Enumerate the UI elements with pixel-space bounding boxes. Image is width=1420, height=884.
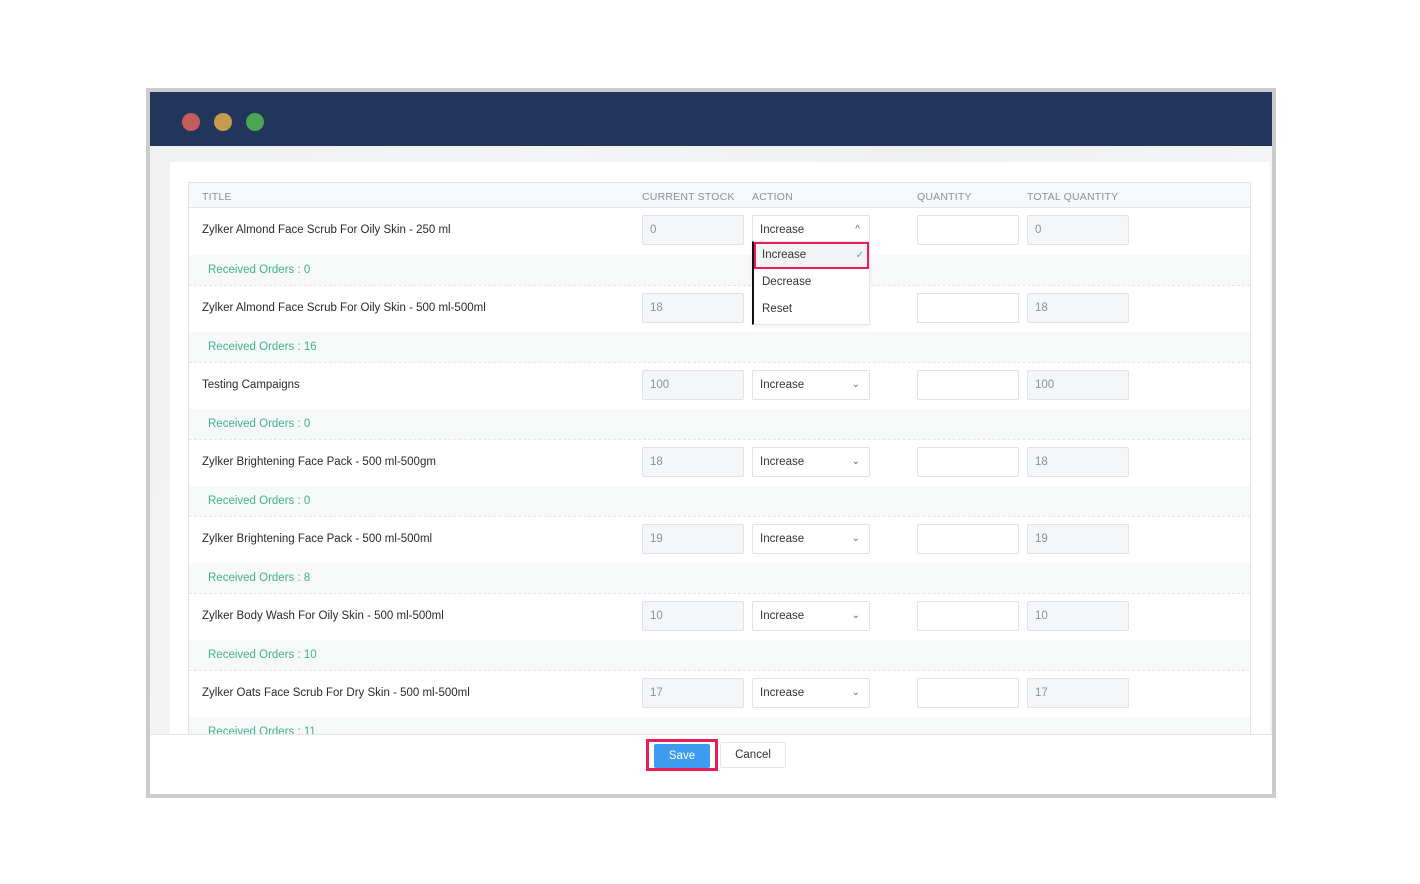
received-orders-label: Received Orders : 8 (208, 572, 311, 584)
product-title: Testing Campaigns (202, 379, 300, 391)
action-select[interactable]: Increase ⌄ (752, 678, 870, 708)
quantity-input[interactable] (917, 678, 1019, 708)
current-stock-field (642, 524, 744, 554)
action-select-value: Increase (760, 687, 805, 699)
action-dropdown-menu: Increase ✓ Decrease Reset (752, 241, 870, 325)
received-orders-label: Received Orders : 11 (208, 726, 316, 734)
inventory-table: TITLE CURRENT STOCK ACTION QUANTITY TOTA… (188, 182, 1251, 734)
dropdown-option-reset[interactable]: Reset (754, 296, 869, 323)
product-title: Zylker Almond Face Scrub For Oily Skin -… (202, 224, 451, 236)
action-select[interactable]: Increase ⌄ (752, 447, 870, 477)
action-select[interactable]: Increase ⌄ (752, 601, 870, 631)
received-orders-row: Received Orders : 0 (189, 409, 1250, 439)
quantity-input[interactable] (917, 293, 1019, 323)
received-orders-label: Received Orders : 0 (208, 495, 311, 507)
quantity-input[interactable] (917, 215, 1019, 245)
chevron-down-icon: ⌄ (851, 456, 860, 467)
quantity-input[interactable] (917, 447, 1019, 477)
current-stock-field (642, 678, 744, 708)
header-total-quantity: TOTAL QUANTITY (1027, 191, 1119, 203)
received-orders-label: Received Orders : 0 (208, 418, 311, 430)
chevron-down-icon: ⌄ (851, 533, 860, 544)
received-orders-row: Received Orders : 16 (189, 332, 1250, 362)
action-select[interactable]: Increase ⌄ (752, 370, 870, 400)
check-icon: ✓ (855, 250, 864, 261)
received-orders-row: Received Orders : 0 (189, 255, 1250, 285)
current-stock-field (642, 293, 744, 323)
current-stock-field (642, 215, 744, 245)
maximize-window-icon[interactable] (246, 113, 264, 131)
product-title: Zylker Oats Face Scrub For Dry Skin - 50… (202, 687, 470, 699)
received-orders-row: Received Orders : 10 (189, 640, 1250, 670)
received-orders-row: Received Orders : 0 (189, 486, 1250, 516)
received-orders-label: Received Orders : 10 (208, 649, 317, 661)
total-quantity-field (1027, 678, 1129, 708)
current-stock-field (642, 601, 744, 631)
received-orders-row: Received Orders : 11 (189, 717, 1250, 734)
header-current-stock: CURRENT STOCK (642, 191, 735, 203)
product-title: Zylker Almond Face Scrub For Oily Skin -… (202, 302, 486, 314)
dropdown-option-increase[interactable]: Increase ✓ (754, 242, 869, 269)
table-row: Testing Campaigns Increase ⌄ (189, 362, 1250, 409)
table-row: Zylker Oats Face Scrub For Dry Skin - 50… (189, 670, 1250, 717)
table-row: Zylker Almond Face Scrub For Oily Skin -… (189, 285, 1250, 332)
action-select-value: Increase (760, 456, 805, 468)
quantity-input[interactable] (917, 524, 1019, 554)
action-select[interactable]: Increase ⌄ (752, 524, 870, 554)
table-row: Zylker Brightening Face Pack - 500 ml-50… (189, 439, 1250, 486)
minimize-window-icon[interactable] (214, 113, 232, 131)
save-button[interactable]: Save (654, 744, 710, 768)
received-orders-label: Received Orders : 0 (208, 264, 311, 276)
table-row: Zylker Body Wash For Oily Skin - 500 ml-… (189, 593, 1250, 640)
received-orders-row: Received Orders : 8 (189, 563, 1250, 593)
chevron-up-icon: ^ (855, 224, 860, 235)
total-quantity-field (1027, 524, 1129, 554)
option-label: Reset (762, 303, 793, 315)
product-title: Zylker Brightening Face Pack - 500 ml-50… (202, 456, 436, 468)
table-body: Zylker Almond Face Scrub For Oily Skin -… (189, 208, 1250, 734)
total-quantity-field (1027, 447, 1129, 477)
table-row: Zylker Brightening Face Pack - 500 ml-50… (189, 516, 1250, 563)
table-row: Zylker Almond Face Scrub For Oily Skin -… (189, 208, 1250, 255)
cancel-button[interactable]: Cancel (720, 742, 786, 768)
dropdown-option-decrease[interactable]: Decrease (754, 269, 869, 296)
chevron-down-icon: ⌄ (851, 379, 860, 390)
header-action: ACTION (752, 191, 793, 203)
action-select-value: Increase (760, 610, 805, 622)
total-quantity-field (1027, 215, 1129, 245)
save-highlight: Save (646, 739, 718, 771)
current-stock-field (642, 447, 744, 477)
quantity-input[interactable] (917, 601, 1019, 631)
chevron-down-icon: ⌄ (851, 610, 860, 621)
received-orders-label: Received Orders : 16 (208, 341, 317, 353)
action-select-value: Increase (760, 533, 805, 545)
table-header: TITLE CURRENT STOCK ACTION QUANTITY TOTA… (189, 183, 1250, 208)
app-window: TITLE CURRENT STOCK ACTION QUANTITY TOTA… (146, 88, 1276, 798)
action-select-value: Increase (760, 379, 805, 391)
current-stock-field (642, 370, 744, 400)
close-window-icon[interactable] (182, 113, 200, 131)
header-quantity: QUANTITY (917, 191, 972, 203)
total-quantity-field (1027, 370, 1129, 400)
option-label: Increase (762, 249, 807, 261)
chevron-down-icon: ⌄ (851, 687, 860, 698)
header-title: TITLE (202, 191, 232, 203)
title-bar (150, 92, 1272, 146)
action-select-value: Increase (760, 224, 805, 236)
form-footer: Save Cancel (150, 734, 1272, 794)
inventory-panel: TITLE CURRENT STOCK ACTION QUANTITY TOTA… (170, 162, 1270, 734)
product-title: Zylker Brightening Face Pack - 500 ml-50… (202, 533, 433, 545)
quantity-input[interactable] (917, 370, 1019, 400)
total-quantity-field (1027, 601, 1129, 631)
option-label: Decrease (762, 276, 812, 288)
total-quantity-field (1027, 293, 1129, 323)
content-area: TITLE CURRENT STOCK ACTION QUANTITY TOTA… (150, 146, 1272, 734)
product-title: Zylker Body Wash For Oily Skin - 500 ml-… (202, 610, 444, 622)
